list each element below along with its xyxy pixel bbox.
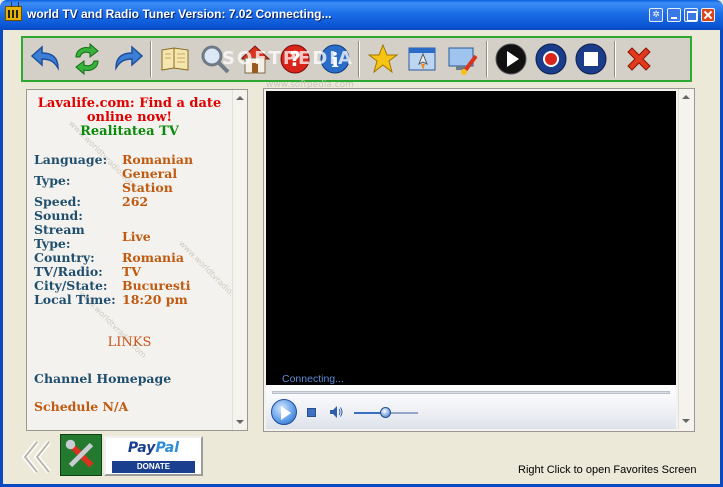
close-window-button[interactable]: [701, 8, 715, 22]
question-icon: ?: [280, 44, 310, 74]
channel-info-panel: www.worldtvradio.com www.worldtvradio.co…: [26, 89, 248, 431]
stream-type-value: Live: [122, 229, 151, 244]
record-button[interactable]: [531, 39, 571, 79]
local-time-value: 18:20 pm: [122, 292, 188, 307]
toolbar-separator: [150, 41, 152, 77]
launch-button[interactable]: [403, 39, 443, 79]
channel-name: Realitatea TV: [80, 124, 179, 139]
scroll-down-arrow-icon[interactable]: [682, 419, 690, 423]
search-button[interactable]: [195, 39, 235, 79]
window-title: world TV and Radio Tuner Version: 7.02 C…: [27, 7, 332, 21]
type-label: Type:: [34, 173, 71, 188]
toolbar-separator: [358, 41, 360, 77]
language-value: Romanian: [122, 152, 194, 167]
ad-link-line-1[interactable]: Lavalife.com: Find a date: [27, 96, 232, 111]
tv-app-icon[interactable]: [5, 6, 22, 21]
sound-label: Sound:: [34, 208, 83, 223]
minimize-button[interactable]: [667, 8, 681, 22]
video-player: Connecting...: [263, 88, 695, 432]
video-screen[interactable]: Connecting...: [266, 91, 676, 385]
home-button[interactable]: [235, 39, 275, 79]
channel-homepage-link[interactable]: Channel Homepage: [34, 371, 171, 386]
schedule-link[interactable]: Schedule N/A: [34, 399, 128, 414]
help-button[interactable]: ?: [275, 39, 315, 79]
info-icon: i: [320, 44, 350, 74]
house-icon: [239, 45, 271, 74]
ad-link-line-2[interactable]: online now!: [27, 110, 232, 125]
favorites-hint: Right Click to open Favorites Screen: [518, 464, 697, 476]
donate-label: DONATE: [112, 461, 195, 473]
country-value: Romania: [122, 250, 184, 265]
close-x-icon: [627, 47, 651, 71]
settings-button[interactable]: [60, 434, 102, 476]
svg-text:i: i: [331, 48, 339, 72]
magnifier-icon: [201, 45, 230, 74]
paypal-brand-pal: Pal: [155, 440, 180, 456]
record-icon: [535, 43, 567, 75]
guide-button[interactable]: [155, 39, 195, 79]
player-status: Connecting...: [282, 373, 344, 385]
speaker-icon[interactable]: [328, 404, 344, 420]
stream-type-label: Stream Type:: [34, 222, 85, 251]
scroll-up-arrow-icon[interactable]: [236, 96, 244, 100]
star-icon: [367, 43, 399, 74]
rocket-window-icon: [408, 47, 436, 71]
scroll-up-arrow-icon[interactable]: [682, 95, 690, 99]
toolbar-separator: [486, 41, 488, 77]
speed-value: 262: [122, 194, 149, 209]
favorites-button[interactable]: [363, 39, 403, 79]
player-stop-button[interactable]: [307, 408, 316, 417]
maximize-button[interactable]: [684, 8, 698, 22]
info-scrollbar[interactable]: [232, 90, 247, 430]
player-play-button[interactable]: [271, 399, 297, 425]
country-label: Country:: [34, 250, 95, 265]
volume-knob[interactable]: [380, 407, 391, 418]
tools-icon: [65, 439, 94, 468]
play-icon: [495, 43, 527, 75]
stop-button[interactable]: [571, 39, 611, 79]
redo-arrow-icon: [115, 45, 144, 71]
play-button[interactable]: [491, 39, 531, 79]
paypal-brand-pay: Pay: [127, 440, 156, 456]
skin-button[interactable]: [443, 39, 483, 79]
undo-arrow-icon: [30, 45, 59, 71]
city-state-label: City/State:: [34, 278, 108, 293]
settings-window-icon[interactable]: ✲: [649, 8, 663, 22]
back-button[interactable]: [27, 39, 67, 79]
city-state-value: Bucuresti: [122, 278, 191, 293]
info-button[interactable]: i: [315, 39, 355, 79]
toolbar-separator: [614, 41, 616, 77]
paypal-logo: PayPal: [106, 440, 201, 456]
paypal-donate-button[interactable]: PayPal DONATE: [104, 436, 203, 476]
links-heading: LINKS: [107, 335, 152, 350]
refresh-arrows-icon: [75, 42, 99, 76]
monitor-brush-icon: [448, 47, 478, 75]
svg-text:?: ?: [289, 47, 301, 71]
player-controls: [266, 385, 676, 429]
refresh-button[interactable]: [67, 39, 107, 79]
seek-bar[interactable]: [272, 391, 670, 394]
stop-icon: [575, 43, 607, 75]
tv-radio-value: TV: [122, 264, 142, 279]
local-time-label: Local Time:: [34, 292, 116, 307]
forward-button[interactable]: [107, 39, 147, 79]
language-label: Language:: [34, 152, 108, 167]
exit-button[interactable]: [619, 39, 659, 79]
scroll-down-arrow-icon[interactable]: [236, 420, 244, 424]
book-icon: [161, 47, 189, 71]
collapse-arrows-icon[interactable]: [21, 440, 59, 474]
tv-radio-label: TV/Radio:: [34, 264, 103, 279]
speed-label: Speed:: [34, 194, 82, 209]
type-value: General Station: [122, 166, 178, 195]
toolbar: ? i: [21, 36, 692, 82]
title-bar[interactable]: world TV and Radio Tuner Version: 7.02 C…: [0, 0, 723, 30]
player-scrollbar[interactable]: [678, 89, 694, 429]
